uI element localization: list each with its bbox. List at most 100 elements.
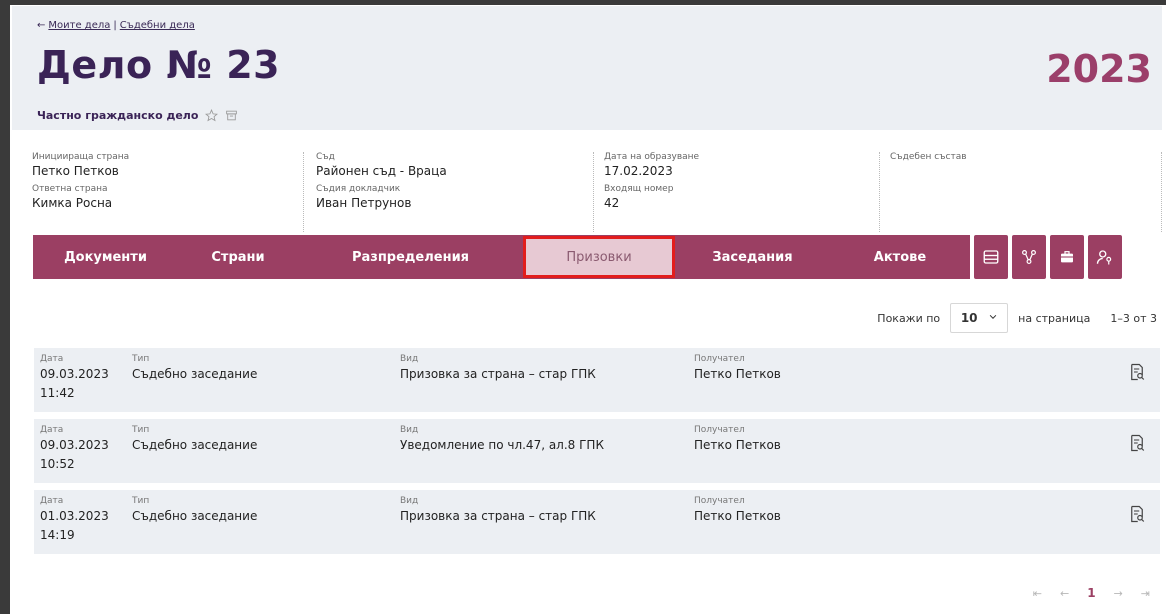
kind-value: Уведомление по чл.47, ал.8 ГПК <box>400 438 604 452</box>
type-label: Тип <box>132 425 150 435</box>
incoming-number-value: 42 <box>604 196 620 210</box>
kind-label: Вид <box>400 354 419 364</box>
window-frame-left <box>0 0 10 614</box>
document-preview-icon[interactable] <box>1128 362 1146 382</box>
court-panel-label: Съдебен състав <box>890 152 967 162</box>
user-key-icon[interactable] <box>1088 235 1122 279</box>
case-header: ← Моите дела | Съдебни дела Дело № 23 20… <box>12 6 1162 130</box>
info-parties: Инициираща страна Петко Петков Ответна с… <box>22 152 304 232</box>
breadcrumb-separator: | <box>113 20 117 31</box>
kind-label: Вид <box>400 496 419 506</box>
last-page-icon[interactable]: ⇥ <box>1141 587 1150 600</box>
creation-date-value: 17.02.2023 <box>604 164 673 178</box>
archive-icon[interactable] <box>224 108 238 122</box>
info-court: Съд Районен съд - Враца Съдия докладчик … <box>306 152 594 232</box>
judge-label: Съдия докладчик <box>316 184 401 194</box>
kind-cell: Вид Уведомление по чл.47, ал.8 ГПК <box>400 425 604 455</box>
star-icon[interactable] <box>204 108 218 122</box>
date-label: Дата <box>40 496 64 506</box>
tab-summons[interactable]: Призовки <box>523 236 675 278</box>
info-dates: Дата на образуване 17.02.2023 Входящ ном… <box>594 152 880 232</box>
date-value: 09.03.2023 <box>40 367 109 381</box>
chevron-down-icon <box>988 311 998 325</box>
next-page-icon[interactable]: → <box>1114 587 1123 600</box>
kind-cell: Вид Призовка за страна – стар ГПК <box>400 354 596 384</box>
kind-cell: Вид Призовка за страна – стар ГПК <box>400 496 596 526</box>
tab-hearings[interactable]: Заседания <box>675 235 830 279</box>
summons-list: Дата 09.03.2023 11:42 Тип Съдебно заседа… <box>34 348 1160 561</box>
recipient-label: Получател <box>694 425 745 435</box>
breadcrumb-court-cases-link[interactable]: Съдебни дела <box>120 20 195 31</box>
type-label: Тип <box>132 354 150 364</box>
tab-documents[interactable]: Документи <box>33 235 178 279</box>
recipient-value: Петко Петков <box>694 509 781 523</box>
kind-value: Призовка за страна – стар ГПК <box>400 367 596 381</box>
date-label: Дата <box>40 425 64 435</box>
date-cell: Дата 09.03.2023 10:52 <box>40 425 109 474</box>
type-label: Тип <box>132 496 150 506</box>
breadcrumb: ← Моите дела | Съдебни дела <box>37 20 195 31</box>
recipient-cell: Получател Петко Петков <box>694 425 781 455</box>
window-frame-top <box>0 0 1166 5</box>
range-label: 1–3 от 3 <box>1110 311 1157 325</box>
case-info: Инициираща страна Петко Петков Ответна с… <box>12 140 1162 232</box>
time-value: 10:52 <box>40 457 75 471</box>
prev-page-icon[interactable]: ← <box>1060 587 1069 600</box>
respondent-value: Кимка Росна <box>32 196 113 210</box>
incoming-number-label: Входящ номер <box>604 184 674 194</box>
document-preview-icon[interactable] <box>1128 433 1146 453</box>
recipient-value: Петко Петков <box>694 438 781 452</box>
kind-value: Призовка за страна – стар ГПК <box>400 509 596 523</box>
type-cell: Тип Съдебно заседание <box>132 496 257 526</box>
court-value: Районен съд - Враца <box>316 164 447 178</box>
network-icon[interactable] <box>1012 235 1046 279</box>
judge-value: Иван Петрунов <box>316 196 412 210</box>
per-page-label: на страница <box>1018 311 1091 325</box>
date-cell: Дата 09.03.2023 11:42 <box>40 354 109 403</box>
type-cell: Тип Съдебно заседание <box>132 425 257 455</box>
recipient-label: Получател <box>694 496 745 506</box>
info-panel: Съдебен състав <box>880 152 1162 232</box>
recipient-label: Получател <box>694 354 745 364</box>
document-preview-icon[interactable] <box>1128 504 1146 524</box>
list-item[interactable]: Дата 09.03.2023 10:52 Тип Съдебно заседа… <box>34 419 1160 483</box>
case-year: 2023 <box>1046 47 1152 91</box>
tab-list: Документи Страни Разпределения Призовки … <box>33 235 970 279</box>
page-size-select[interactable]: 10 <box>950 303 1009 333</box>
list-icon[interactable] <box>974 235 1008 279</box>
tab-distributions[interactable]: Разпределения <box>298 235 523 279</box>
recipient-cell: Получател Петко Петков <box>694 354 781 384</box>
initiating-party-label: Инициираща страна <box>32 152 130 162</box>
current-page[interactable]: 1 <box>1087 586 1095 600</box>
case-type: Частно гражданско дело <box>37 108 238 122</box>
briefcase-icon[interactable] <box>1050 235 1084 279</box>
initiating-party-value: Петко Петков <box>32 164 119 178</box>
pagination-bottom: ⇤ ← 1 → ⇥ <box>1033 586 1150 600</box>
first-page-icon[interactable]: ⇤ <box>1033 587 1042 600</box>
creation-date-label: Дата на образуване <box>604 152 700 162</box>
page: ← Моите дела | Съдебни дела Дело № 23 20… <box>12 6 1162 614</box>
tab-acts[interactable]: Актове <box>830 235 970 279</box>
respondent-label: Ответна страна <box>32 184 108 194</box>
time-value: 11:42 <box>40 386 75 400</box>
tab-bar: Документи Страни Разпределения Призовки … <box>33 235 1161 279</box>
show-per-page-label: Покажи по <box>877 311 941 325</box>
type-value: Съдебно заседание <box>132 367 258 381</box>
breadcrumb-my-cases-link[interactable]: Моите дела <box>48 20 110 31</box>
list-item[interactable]: Дата 09.03.2023 11:42 Тип Съдебно заседа… <box>34 348 1160 412</box>
page-title: Дело № 23 <box>37 43 281 87</box>
date-cell: Дата 01.03.2023 14:19 <box>40 496 109 545</box>
type-value: Съдебно заседание <box>132 509 258 523</box>
date-value: 09.03.2023 <box>40 438 109 452</box>
time-value: 14:19 <box>40 528 75 542</box>
type-value: Съдебно заседание <box>132 438 258 452</box>
icon-tab-group <box>974 235 1122 279</box>
back-arrow-icon[interactable]: ← <box>37 20 45 31</box>
recipient-value: Петко Петков <box>694 367 781 381</box>
case-type-label: Частно гражданско дело <box>37 108 199 122</box>
tab-parties[interactable]: Страни <box>178 235 298 279</box>
list-item[interactable]: Дата 01.03.2023 14:19 Тип Съдебно заседа… <box>34 490 1160 554</box>
kind-label: Вид <box>400 425 419 435</box>
court-label: Съд <box>316 152 335 162</box>
date-value: 01.03.2023 <box>40 509 109 523</box>
